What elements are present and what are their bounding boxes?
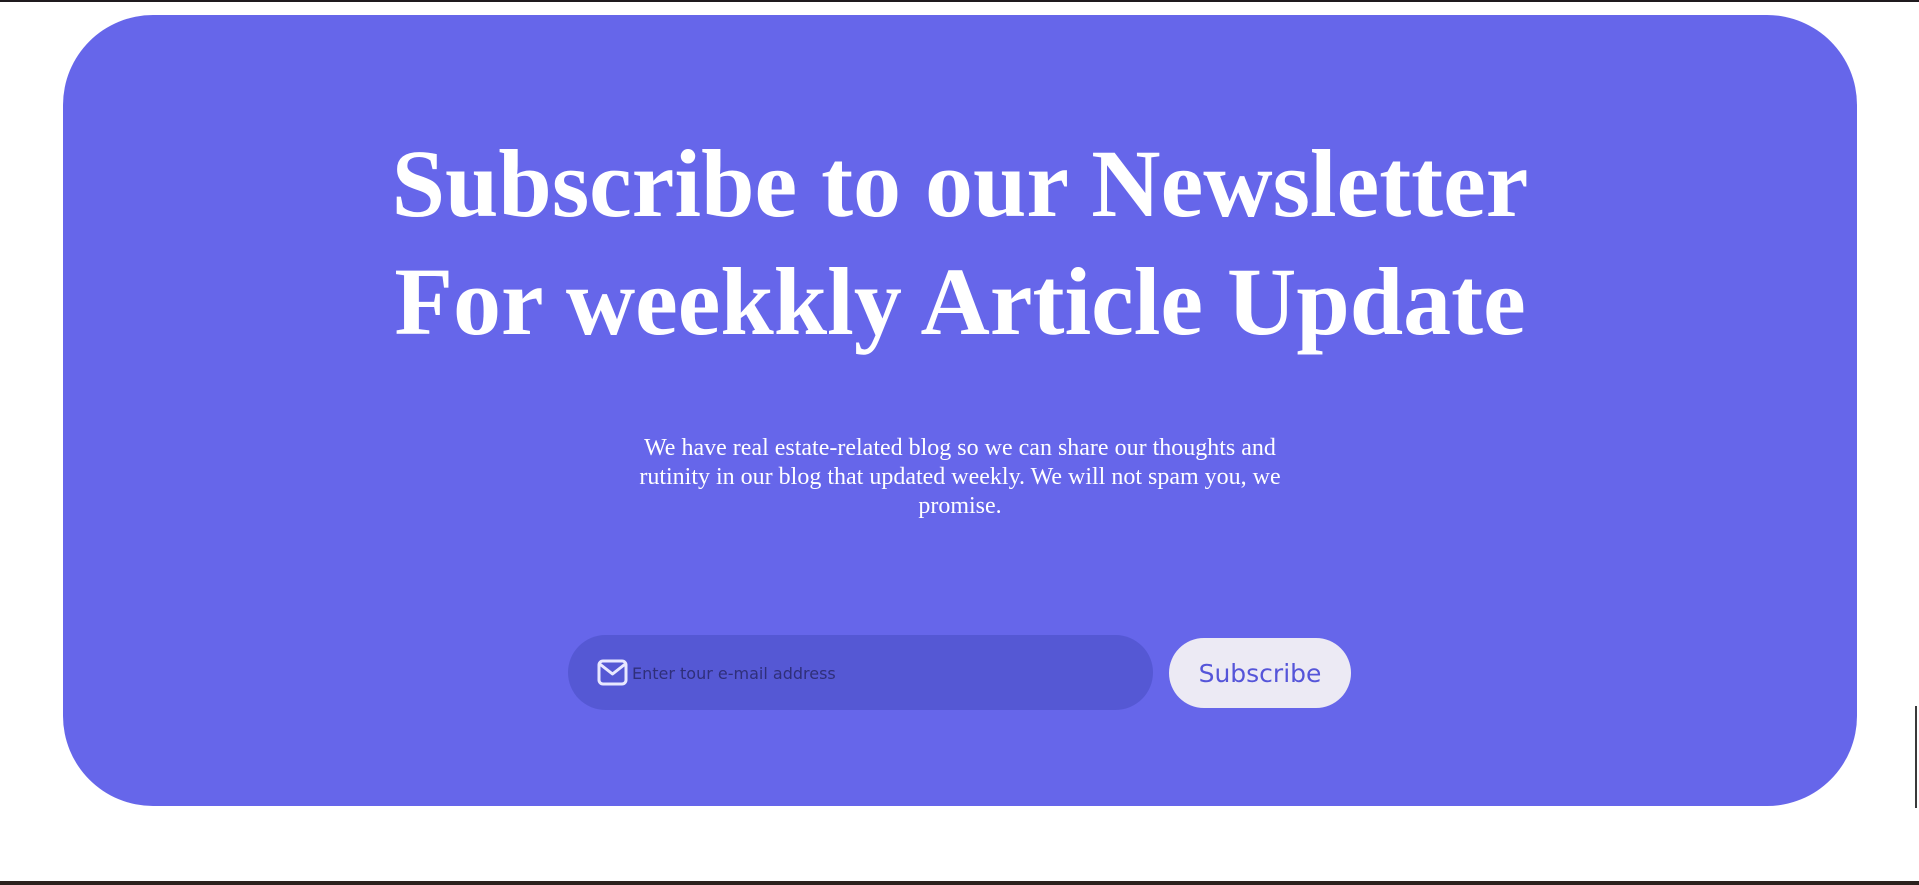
email-field-container[interactable]	[568, 635, 1153, 710]
heading-line-2: For weekkly Article Update	[394, 248, 1526, 355]
email-input[interactable]	[632, 657, 1132, 689]
mail-icon	[597, 659, 628, 686]
newsletter-description: We have real estate-related blog so we c…	[639, 435, 1281, 519]
newsletter-heading: Subscribe to our Newsletter For weekkly …	[63, 125, 1857, 361]
bottom-border	[0, 881, 1919, 885]
subscribe-button[interactable]: Subscribe	[1169, 638, 1351, 708]
scrollbar-thumb[interactable]	[1915, 706, 1917, 808]
top-border	[0, 0, 1919, 2]
heading-line-1: Subscribe to our Newsletter	[391, 130, 1529, 237]
newsletter-card: Subscribe to our Newsletter For weekkly …	[63, 15, 1857, 806]
